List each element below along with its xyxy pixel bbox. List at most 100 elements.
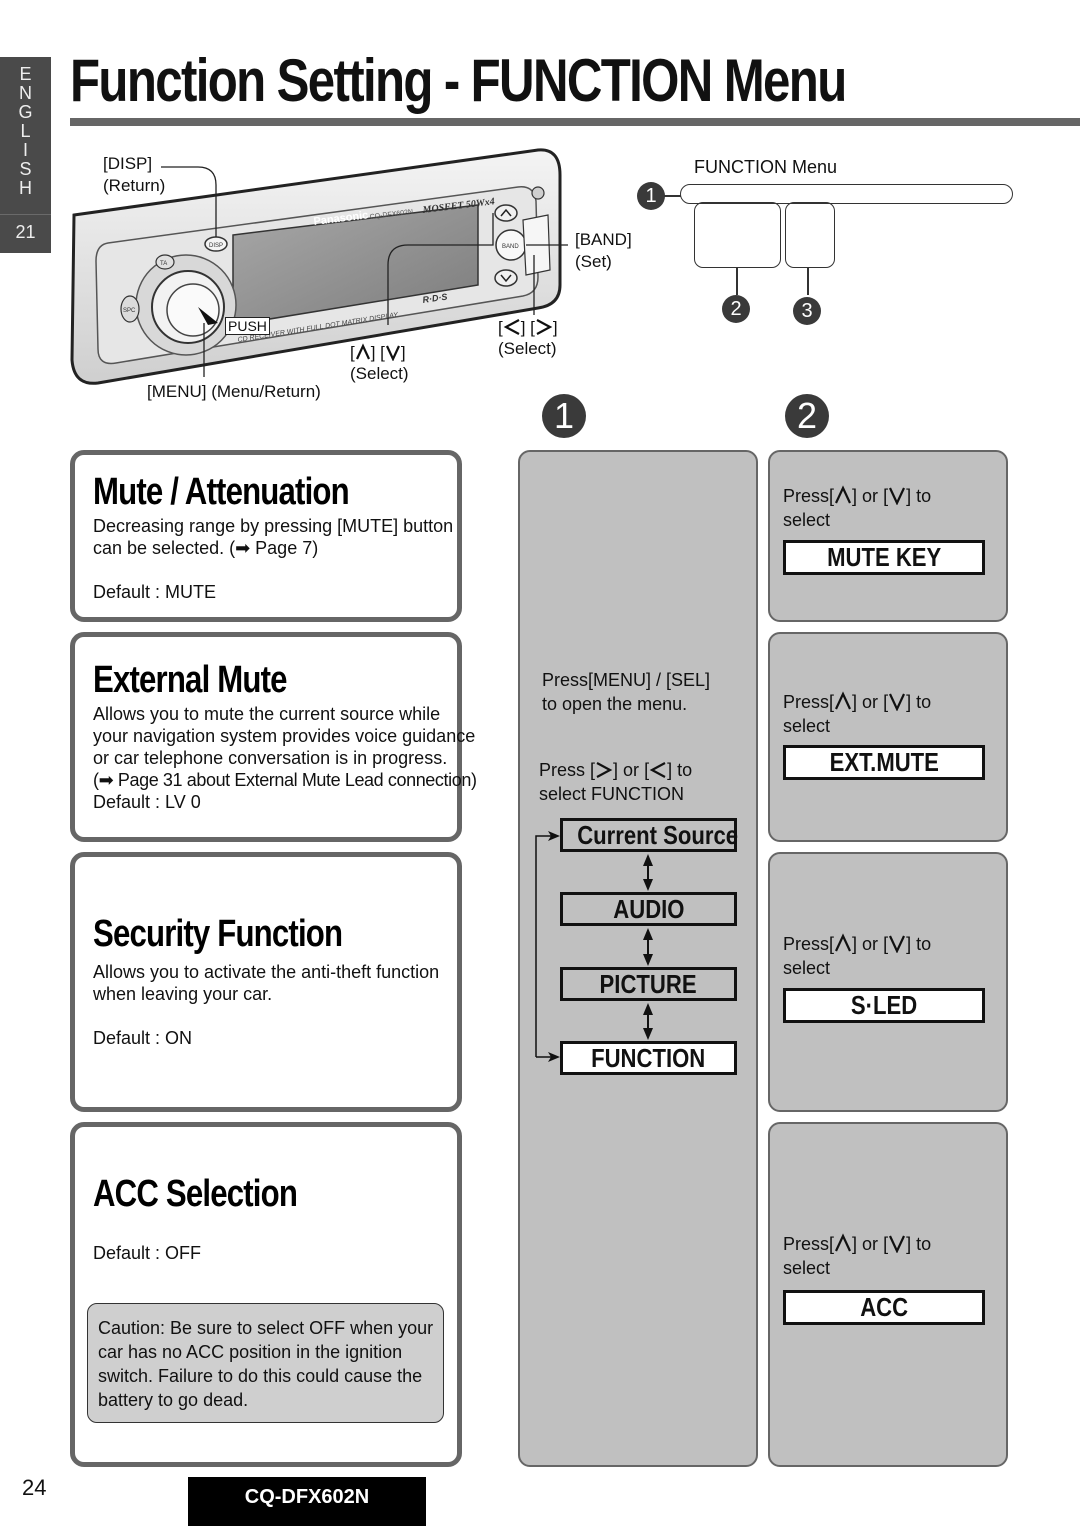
disp-callout-sub: (Return) — [103, 176, 166, 195]
instruction-line: Press[MENU] / [SEL] — [542, 670, 711, 690]
option-display-acc[interactable]: ACC — [783, 1290, 985, 1325]
setting-title: External Mute — [93, 659, 287, 701]
setting-default: Default : OFF — [93, 1243, 202, 1263]
instruction-word: or — [862, 934, 879, 954]
option-display-ext-mute[interactable]: EXT.MUTE — [783, 745, 985, 780]
instruction-word: or — [862, 692, 879, 712]
option-display-mute-key[interactable]: MUTE KEY — [783, 540, 985, 575]
marker-2-leader — [736, 268, 738, 295]
marker-3-leader — [807, 268, 809, 295]
setting-title: Security Function — [93, 913, 343, 955]
disp-button-label: DISP — [209, 243, 223, 249]
instruction-line: select — [783, 510, 831, 530]
title-rule — [70, 118, 1080, 126]
menu-callout-label: [MENU] (Menu/Return) — [147, 382, 321, 401]
instruction-word: or — [862, 486, 879, 506]
option-label: MUTE KEY — [826, 542, 942, 572]
caution-line: car has no ACC position in the ignition — [98, 1342, 403, 1362]
setting-title: ACC Selection — [93, 1173, 298, 1215]
bidirectional-arrow-icon — [643, 854, 653, 891]
menu-bar-shape — [680, 184, 1013, 204]
bidirectional-arrow-icon — [643, 1003, 653, 1040]
page-number: 24 — [22, 1475, 47, 1500]
up-chevron-icon — [835, 1233, 852, 1252]
setting-card-security: Security Function Allows you to activate… — [70, 852, 462, 1112]
instruction-line: select — [783, 716, 831, 736]
right-chevron-icon — [536, 319, 553, 335]
up-button — [494, 204, 518, 222]
option-label: ACC — [860, 1292, 908, 1322]
open-menu-instruction: Press[MENU] / [SEL] to open the menu. — [542, 668, 710, 716]
down-button — [494, 269, 518, 287]
section-number: 21 — [15, 222, 36, 242]
caution-line: Caution: Be sure to select OFF when your — [98, 1318, 434, 1338]
option-display-s-led[interactable]: S·LED — [783, 988, 985, 1023]
step-marker-2: 2 — [785, 394, 829, 438]
description-line: Decreasing range by pressing [MUTE] butt… — [93, 516, 454, 536]
page-reference-link[interactable]: (➡ Page 31 about External Mute Lead conn… — [93, 769, 477, 791]
spc-button-label: SPC — [123, 308, 136, 314]
up-chevron-icon — [835, 933, 852, 952]
instruction-line: select FUNCTION — [539, 784, 685, 804]
menu-knob-center — [166, 283, 220, 337]
instruction-word: to — [677, 760, 693, 780]
tab-letter: G — [18, 102, 33, 122]
select-instruction: Press[] or [] to select — [783, 690, 931, 738]
instruction-line: Press[] or [] to — [783, 933, 932, 954]
instruction-line: select — [783, 958, 831, 978]
instruction-word: to — [916, 692, 932, 712]
setting-description: Decreasing range by pressing [MUTE] butt… — [93, 515, 453, 559]
caution-line: battery to go dead. — [98, 1390, 249, 1410]
tab-letter: S — [19, 159, 32, 179]
flow-arrows — [535, 831, 653, 1062]
option-label: EXT.MUTE — [829, 747, 939, 777]
description-line: your navigation system provides voice gu… — [93, 726, 476, 746]
instruction-word: or — [623, 760, 640, 780]
push-label: PUSH — [225, 317, 270, 335]
down-chevron-icon — [889, 1235, 906, 1253]
marker-1: 1 — [637, 182, 665, 210]
option-label: S·LED — [850, 990, 918, 1020]
select-instruction: Press[] or [] to select — [783, 484, 931, 532]
instruction-line: Press[] or [] to — [783, 485, 932, 506]
caution-box: Caution: Be sure to select OFF when your… — [87, 1303, 444, 1423]
tab-letter: N — [19, 83, 32, 103]
step-1-panel: Press[MENU] / [SEL] to open the menu. Pr… — [518, 450, 758, 1467]
bidirectional-arrow-icon — [643, 928, 653, 966]
description-line: can be selected. (➡ Page 7) — [93, 538, 319, 558]
tab-divider — [0, 214, 51, 215]
language-tab: E N G L I S H 21 — [0, 57, 51, 253]
instruction-word: to — [916, 486, 932, 506]
description-line: when leaving your car. — [93, 984, 273, 1004]
model-badge: CQ-DFX602N — [188, 1477, 426, 1526]
page-title: Function Setting - FUNCTION Menu — [70, 47, 847, 114]
tab-letter: L — [20, 121, 31, 141]
select-function-instruction: Press [] or [] to select FUNCTION — [539, 758, 692, 806]
language-letters: E N G L I S H — [0, 65, 51, 198]
updown-callout-sub: (Select) — [350, 364, 409, 383]
marker-1-leader — [664, 195, 681, 197]
select-instruction: Press[] or [] to select — [783, 932, 931, 980]
leftright-callout-label: [] [] — [498, 318, 558, 337]
setting-description: Allows you to activate the anti-theft fu… — [93, 961, 439, 1005]
loop-line — [535, 835, 554, 1057]
instruction-line: Press[] or [] to — [783, 691, 932, 712]
up-chevron-icon — [355, 343, 370, 360]
setting-card-external-mute: External Mute Allows you to mute the cur… — [70, 632, 477, 842]
step-2-card-acc: Press[] or [] to select ACC — [768, 1122, 1008, 1467]
menu-box-3 — [785, 202, 835, 268]
instruction-word: Press — [539, 760, 586, 780]
down-chevron-icon — [889, 487, 906, 505]
setting-default: Default : MUTE — [93, 582, 217, 602]
instruction-line: Press [] or [] to — [539, 760, 693, 780]
up-chevron-icon — [835, 485, 852, 504]
leftright-callout-sub: (Select) — [498, 339, 557, 358]
marker-2: 2 — [722, 295, 750, 323]
band-callout-label: [BAND] — [575, 230, 632, 249]
ta-button-label: TA — [160, 261, 167, 267]
left-chevron-icon — [649, 762, 666, 778]
description-line: Allows you to activate the anti-theft fu… — [93, 962, 440, 982]
tab-letter: E — [19, 64, 32, 84]
band-callout-sub: (Set) — [575, 252, 612, 271]
caution-line: switch. Failure to do this could cause t… — [98, 1366, 423, 1386]
